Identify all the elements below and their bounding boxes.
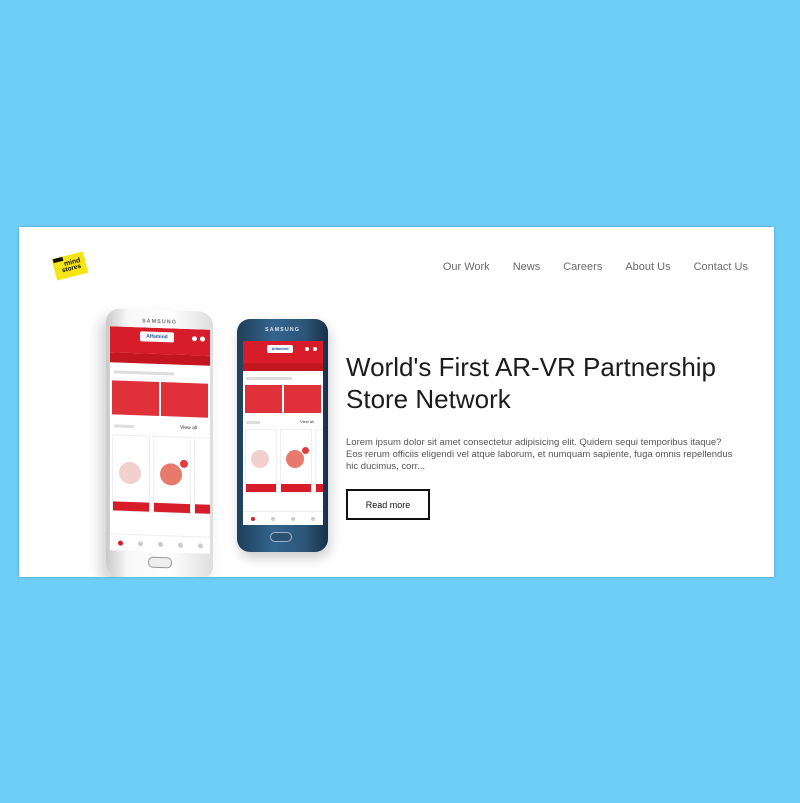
home-icon: [117, 540, 123, 546]
view-all-link[interactable]: View all: [300, 419, 314, 424]
products-label: [246, 421, 260, 424]
promo-tile: [161, 382, 208, 418]
product-image: [160, 463, 182, 486]
phone-home-button: [270, 532, 292, 542]
hero-card: mind stores Our Work News Careers About …: [19, 227, 774, 577]
product-card[interactable]: [194, 437, 210, 515]
product-card[interactable]: [315, 429, 323, 493]
add-button[interactable]: [246, 484, 276, 492]
app-tabs: [110, 352, 210, 366]
headline-line1: World's First AR-VR Partnership: [346, 352, 717, 382]
nav-our-work[interactable]: Our Work: [443, 261, 490, 273]
product-image: [119, 461, 141, 485]
add-button[interactable]: [316, 484, 323, 492]
phone-brand-label: SAMSUNG: [141, 318, 178, 326]
promo-tiles: [245, 385, 321, 413]
headline-line2: Store Network: [346, 384, 511, 414]
app-bottom-nav: [110, 533, 210, 554]
product-image: [286, 450, 304, 468]
promo-tile: [284, 385, 321, 413]
home-icon: [251, 516, 255, 521]
app-logo: Alfamind: [267, 345, 293, 353]
view-all-link[interactable]: View all: [180, 425, 197, 432]
discount-badge: [302, 447, 309, 454]
add-button[interactable]: [154, 502, 190, 514]
nav-icon: [137, 540, 143, 546]
read-more-button[interactable]: Read more: [346, 489, 430, 520]
search-icon: [192, 336, 197, 342]
promo-tile: [112, 380, 159, 416]
product-row: [245, 429, 323, 493]
nav-news[interactable]: News: [513, 261, 541, 273]
nav-icon: [291, 516, 295, 521]
nav-careers[interactable]: Careers: [563, 261, 602, 273]
product-card[interactable]: [245, 429, 277, 493]
section-label: [246, 377, 292, 380]
nav-icon: [197, 542, 203, 549]
section-label: [114, 370, 174, 376]
mindstores-logo[interactable]: mind stores: [51, 251, 89, 281]
phone-mockup-blue: SAMSUNG Alfamind View all: [237, 319, 328, 552]
products-label: [114, 424, 134, 429]
nav-icon: [157, 541, 163, 547]
product-row: [112, 434, 210, 515]
search-icon: [305, 347, 309, 351]
app-header: Alfamind: [110, 326, 210, 356]
phone-mockup-white: SAMSUNG Alfamind View all: [106, 308, 213, 577]
nav-about-us[interactable]: About Us: [625, 261, 670, 273]
nav-contact-us[interactable]: Contact Us: [694, 261, 748, 273]
add-button[interactable]: [195, 504, 210, 514]
discount-badge: [180, 459, 188, 468]
nav-icon: [271, 516, 275, 521]
product-card[interactable]: [153, 435, 191, 515]
product-image: [251, 450, 269, 468]
product-card[interactable]: [280, 429, 312, 493]
phone-brand-label: SAMSUNG: [264, 327, 301, 333]
phone-screen: Alfamind View all: [110, 326, 210, 554]
app-logo: Alfamind: [140, 331, 174, 343]
add-button[interactable]: [113, 501, 149, 512]
nav-icon: [311, 516, 315, 521]
main-nav: Our Work News Careers About Us Contact U…: [420, 261, 748, 273]
promo-tile: [245, 385, 282, 413]
app-bottom-nav: [243, 511, 323, 525]
cart-icon: [313, 347, 317, 351]
cart-icon: [200, 336, 205, 342]
promo-tiles: [112, 380, 208, 418]
nav-icon: [177, 542, 183, 548]
app-header: Alfamind: [243, 341, 323, 363]
app-tabs: [243, 363, 323, 371]
add-button[interactable]: [281, 484, 311, 492]
phone-screen: Alfamind View all: [243, 341, 323, 525]
product-card[interactable]: [112, 434, 150, 513]
hero-headline: World's First AR-VR Partnership Store Ne…: [346, 351, 746, 415]
hero-description: Lorem ipsum dolor sit amet consectetur a…: [346, 437, 733, 472]
phone-home-button: [148, 556, 172, 569]
